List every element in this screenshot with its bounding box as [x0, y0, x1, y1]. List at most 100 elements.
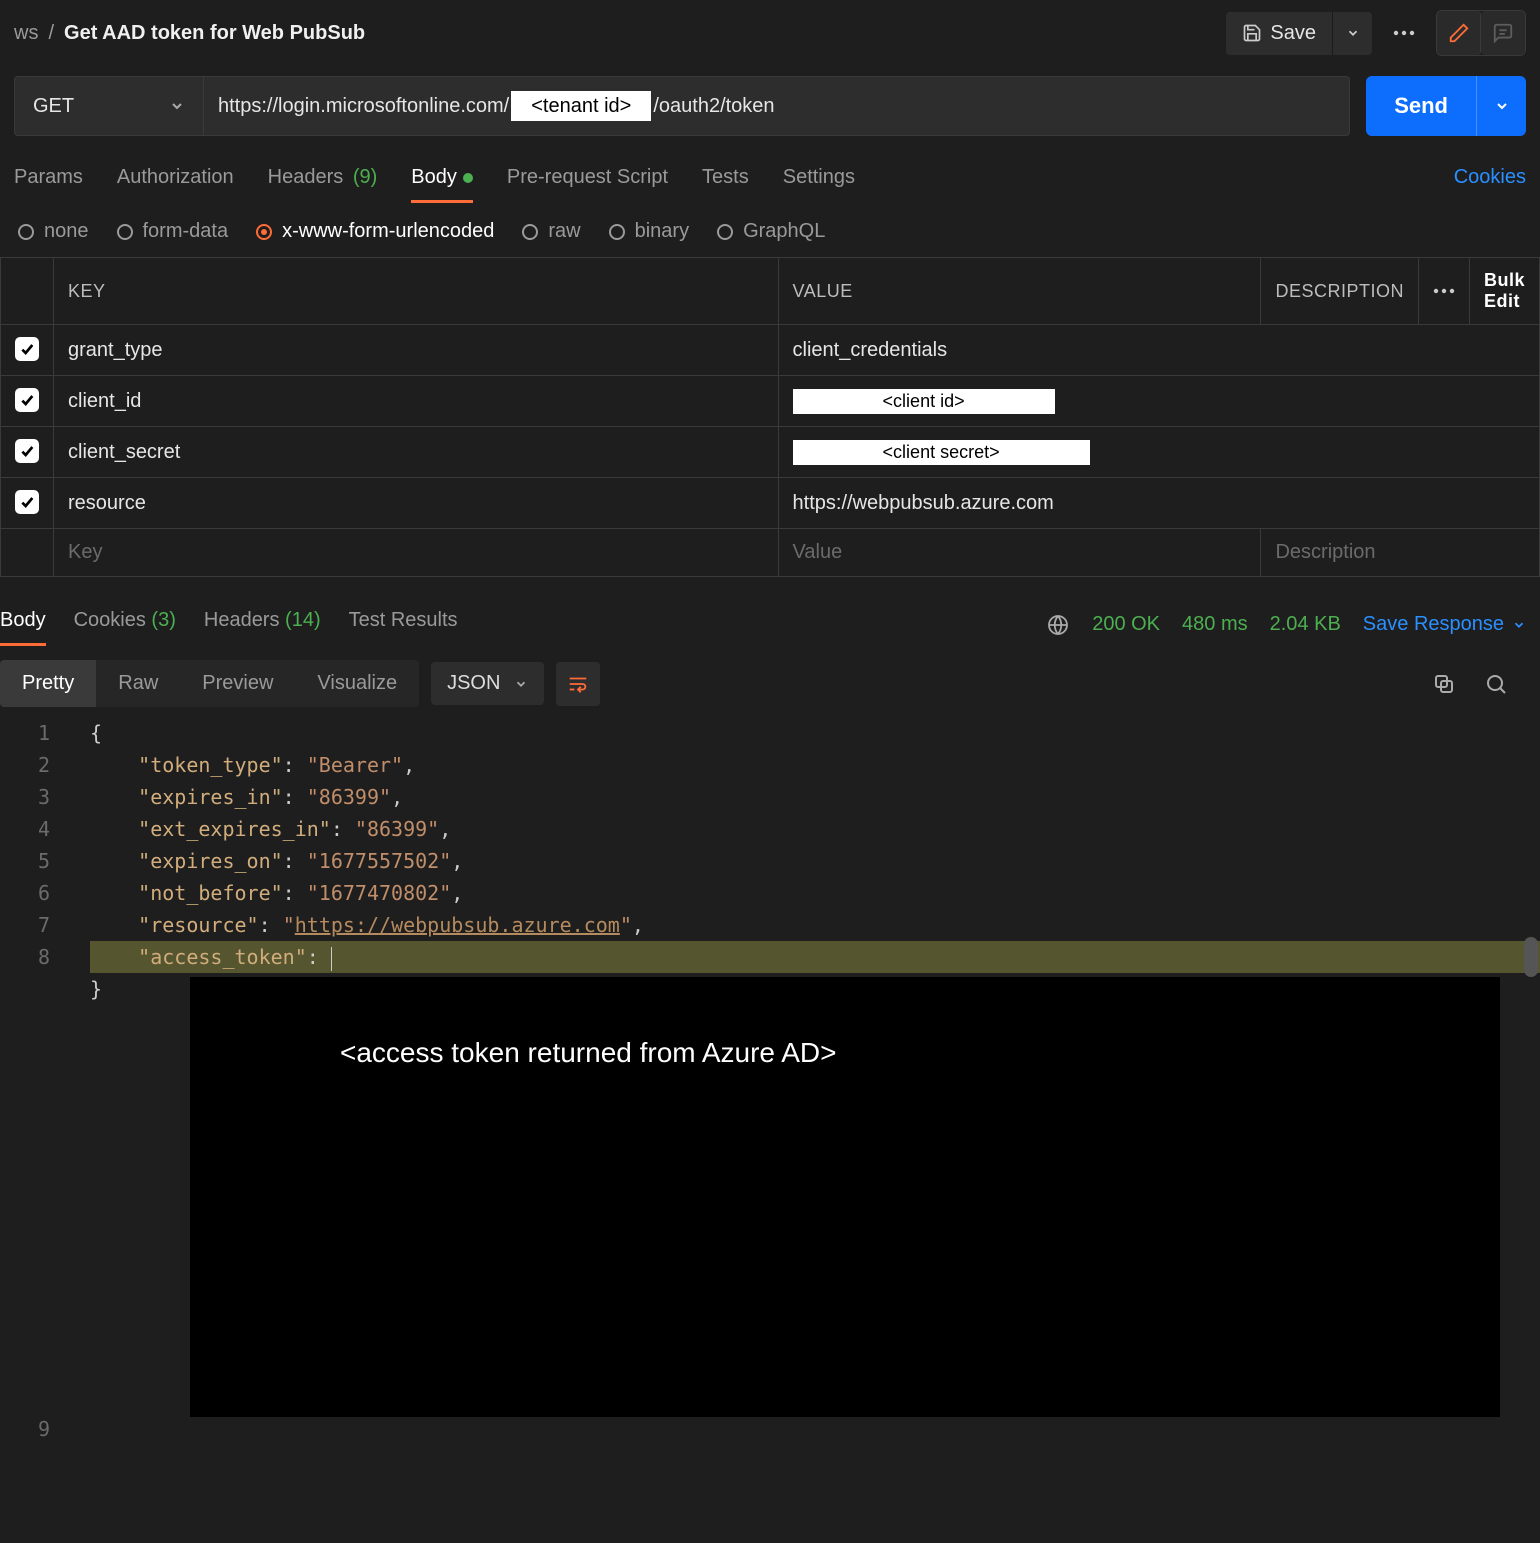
- col-desc: DESCRIPTION: [1261, 258, 1419, 325]
- cell-value[interactable]: https://webpubsub.azure.com: [778, 478, 1539, 529]
- chevron-down-icon: [1494, 98, 1510, 114]
- view-pretty[interactable]: Pretty: [0, 660, 96, 707]
- radio-icon: [522, 224, 538, 240]
- body-type-formdata[interactable]: form-data: [117, 220, 229, 243]
- copy-icon[interactable]: [1432, 672, 1456, 696]
- resp-tab-tests[interactable]: Test Results: [349, 603, 458, 646]
- tab-prerequest[interactable]: Pre-request Script: [507, 156, 668, 203]
- radio-icon: [18, 224, 34, 240]
- url-suffix: /oauth2/token: [653, 95, 774, 117]
- unsaved-dot-icon: [463, 173, 473, 183]
- chevron-down-icon: [514, 677, 528, 691]
- method-select[interactable]: GET: [14, 76, 204, 136]
- save-button-group: Save: [1226, 12, 1372, 55]
- col-value: VALUE: [778, 258, 1261, 325]
- row-checkbox[interactable]: [15, 439, 39, 463]
- tab-tests[interactable]: Tests: [702, 156, 749, 203]
- cell-value[interactable]: client_credentials: [778, 325, 1539, 376]
- chevron-down-icon: [1346, 26, 1360, 40]
- table-row: resource https://webpubsub.azure.com: [1, 478, 1540, 529]
- url-input[interactable]: https://login.microsoftonline.com/<tenan…: [204, 76, 1350, 136]
- resp-tab-headers[interactable]: Headers (14): [204, 603, 321, 646]
- view-visualize[interactable]: Visualize: [295, 660, 419, 707]
- chevron-down-icon: [169, 98, 185, 114]
- save-dropdown[interactable]: [1332, 12, 1372, 55]
- edit-button[interactable]: [1437, 11, 1481, 55]
- cursor-icon: [331, 947, 332, 971]
- breadcrumb: ws / Get AAD token for Web PubSub: [14, 22, 365, 45]
- cell-key[interactable]: resource: [54, 478, 779, 529]
- radio-icon: [117, 224, 133, 240]
- search-icon[interactable]: [1484, 672, 1508, 696]
- tab-params[interactable]: Params: [14, 156, 83, 203]
- radio-icon: [256, 224, 272, 240]
- body-type-graphql[interactable]: GraphQL: [717, 220, 825, 243]
- form-params-table: KEY VALUE DESCRIPTION Bulk Edit grant_ty…: [0, 257, 1540, 577]
- comment-icon: [1492, 22, 1514, 44]
- bulk-edit-button[interactable]: Bulk Edit: [1469, 258, 1539, 325]
- breadcrumb-title[interactable]: Get AAD token for Web PubSub: [64, 22, 365, 45]
- tab-body[interactable]: Body: [411, 156, 473, 203]
- cell-value[interactable]: <client secret>: [778, 427, 1539, 478]
- scrollbar[interactable]: [1524, 937, 1538, 977]
- ph-desc[interactable]: Description: [1261, 529, 1540, 577]
- wrap-lines-button[interactable]: [556, 662, 600, 706]
- more-actions-button[interactable]: [1382, 11, 1426, 55]
- save-response-button[interactable]: Save Response: [1363, 613, 1526, 636]
- wrap-icon: [567, 673, 589, 695]
- col-key: KEY: [54, 258, 779, 325]
- body-type-none[interactable]: none: [18, 220, 89, 243]
- resp-tab-cookies[interactable]: Cookies (3): [74, 603, 176, 646]
- row-checkbox[interactable]: [15, 490, 39, 514]
- row-checkbox[interactable]: [15, 337, 39, 361]
- breadcrumb-sep: /: [48, 22, 54, 45]
- table-row: client_secret <client secret>: [1, 427, 1540, 478]
- cell-key[interactable]: grant_type: [54, 325, 779, 376]
- response-view-tabs: Pretty Raw Preview Visualize: [0, 660, 419, 707]
- table-row: grant_type client_credentials: [1, 325, 1540, 376]
- ph-key[interactable]: Key: [54, 529, 779, 577]
- save-icon: [1242, 23, 1262, 43]
- body-type-raw[interactable]: raw: [522, 220, 580, 243]
- ellipsis-icon: [1433, 288, 1455, 294]
- format-select[interactable]: JSON: [431, 662, 544, 705]
- save-button[interactable]: Save: [1226, 12, 1332, 55]
- body-type-xwww[interactable]: x-www-form-urlencoded: [256, 220, 494, 243]
- ellipsis-icon: [1393, 30, 1415, 36]
- cell-value[interactable]: <client id>: [778, 376, 1539, 427]
- breadcrumb-workspace[interactable]: ws: [14, 22, 38, 45]
- response-json[interactable]: { "token_type": "Bearer", "expires_in": …: [90, 717, 1540, 973]
- view-preview[interactable]: Preview: [180, 660, 295, 707]
- view-raw[interactable]: Raw: [96, 660, 180, 707]
- row-checkbox[interactable]: [15, 388, 39, 412]
- radio-icon: [717, 224, 733, 240]
- url-prefix: https://login.microsoftonline.com/: [218, 95, 509, 117]
- status-time: 480 ms: [1182, 613, 1248, 636]
- body-type-binary[interactable]: binary: [609, 220, 689, 243]
- pencil-icon: [1448, 22, 1470, 44]
- status-code: 200 OK: [1092, 613, 1160, 636]
- comment-button[interactable]: [1481, 11, 1525, 55]
- method-label: GET: [33, 95, 74, 118]
- access-token-overlay: <access token returned from Azure AD>: [190, 977, 1500, 1417]
- status-size: 2.04 KB: [1270, 613, 1341, 636]
- resp-tab-body[interactable]: Body: [0, 603, 46, 646]
- cell-key[interactable]: client_id: [54, 376, 779, 427]
- send-button[interactable]: Send: [1366, 76, 1476, 136]
- cookies-link[interactable]: Cookies: [1454, 156, 1526, 203]
- radio-icon: [609, 224, 625, 240]
- send-dropdown[interactable]: [1476, 76, 1526, 136]
- tab-settings[interactable]: Settings: [783, 156, 855, 203]
- response-status: 200 OK 480 ms 2.04 KB: [1092, 613, 1341, 636]
- line-gutter: 12345678 9: [0, 717, 70, 1045]
- table-row-new[interactable]: Key Value Description: [1, 529, 1540, 577]
- globe-icon[interactable]: [1046, 613, 1070, 637]
- table-row: client_id <client id>: [1, 376, 1540, 427]
- save-label: Save: [1270, 22, 1316, 45]
- cell-key[interactable]: client_secret: [54, 427, 779, 478]
- tab-headers[interactable]: Headers (9): [268, 156, 378, 203]
- chevron-down-icon: [1512, 618, 1526, 632]
- ph-value[interactable]: Value: [778, 529, 1261, 577]
- tab-authorization[interactable]: Authorization: [117, 156, 234, 203]
- col-more[interactable]: [1418, 258, 1469, 325]
